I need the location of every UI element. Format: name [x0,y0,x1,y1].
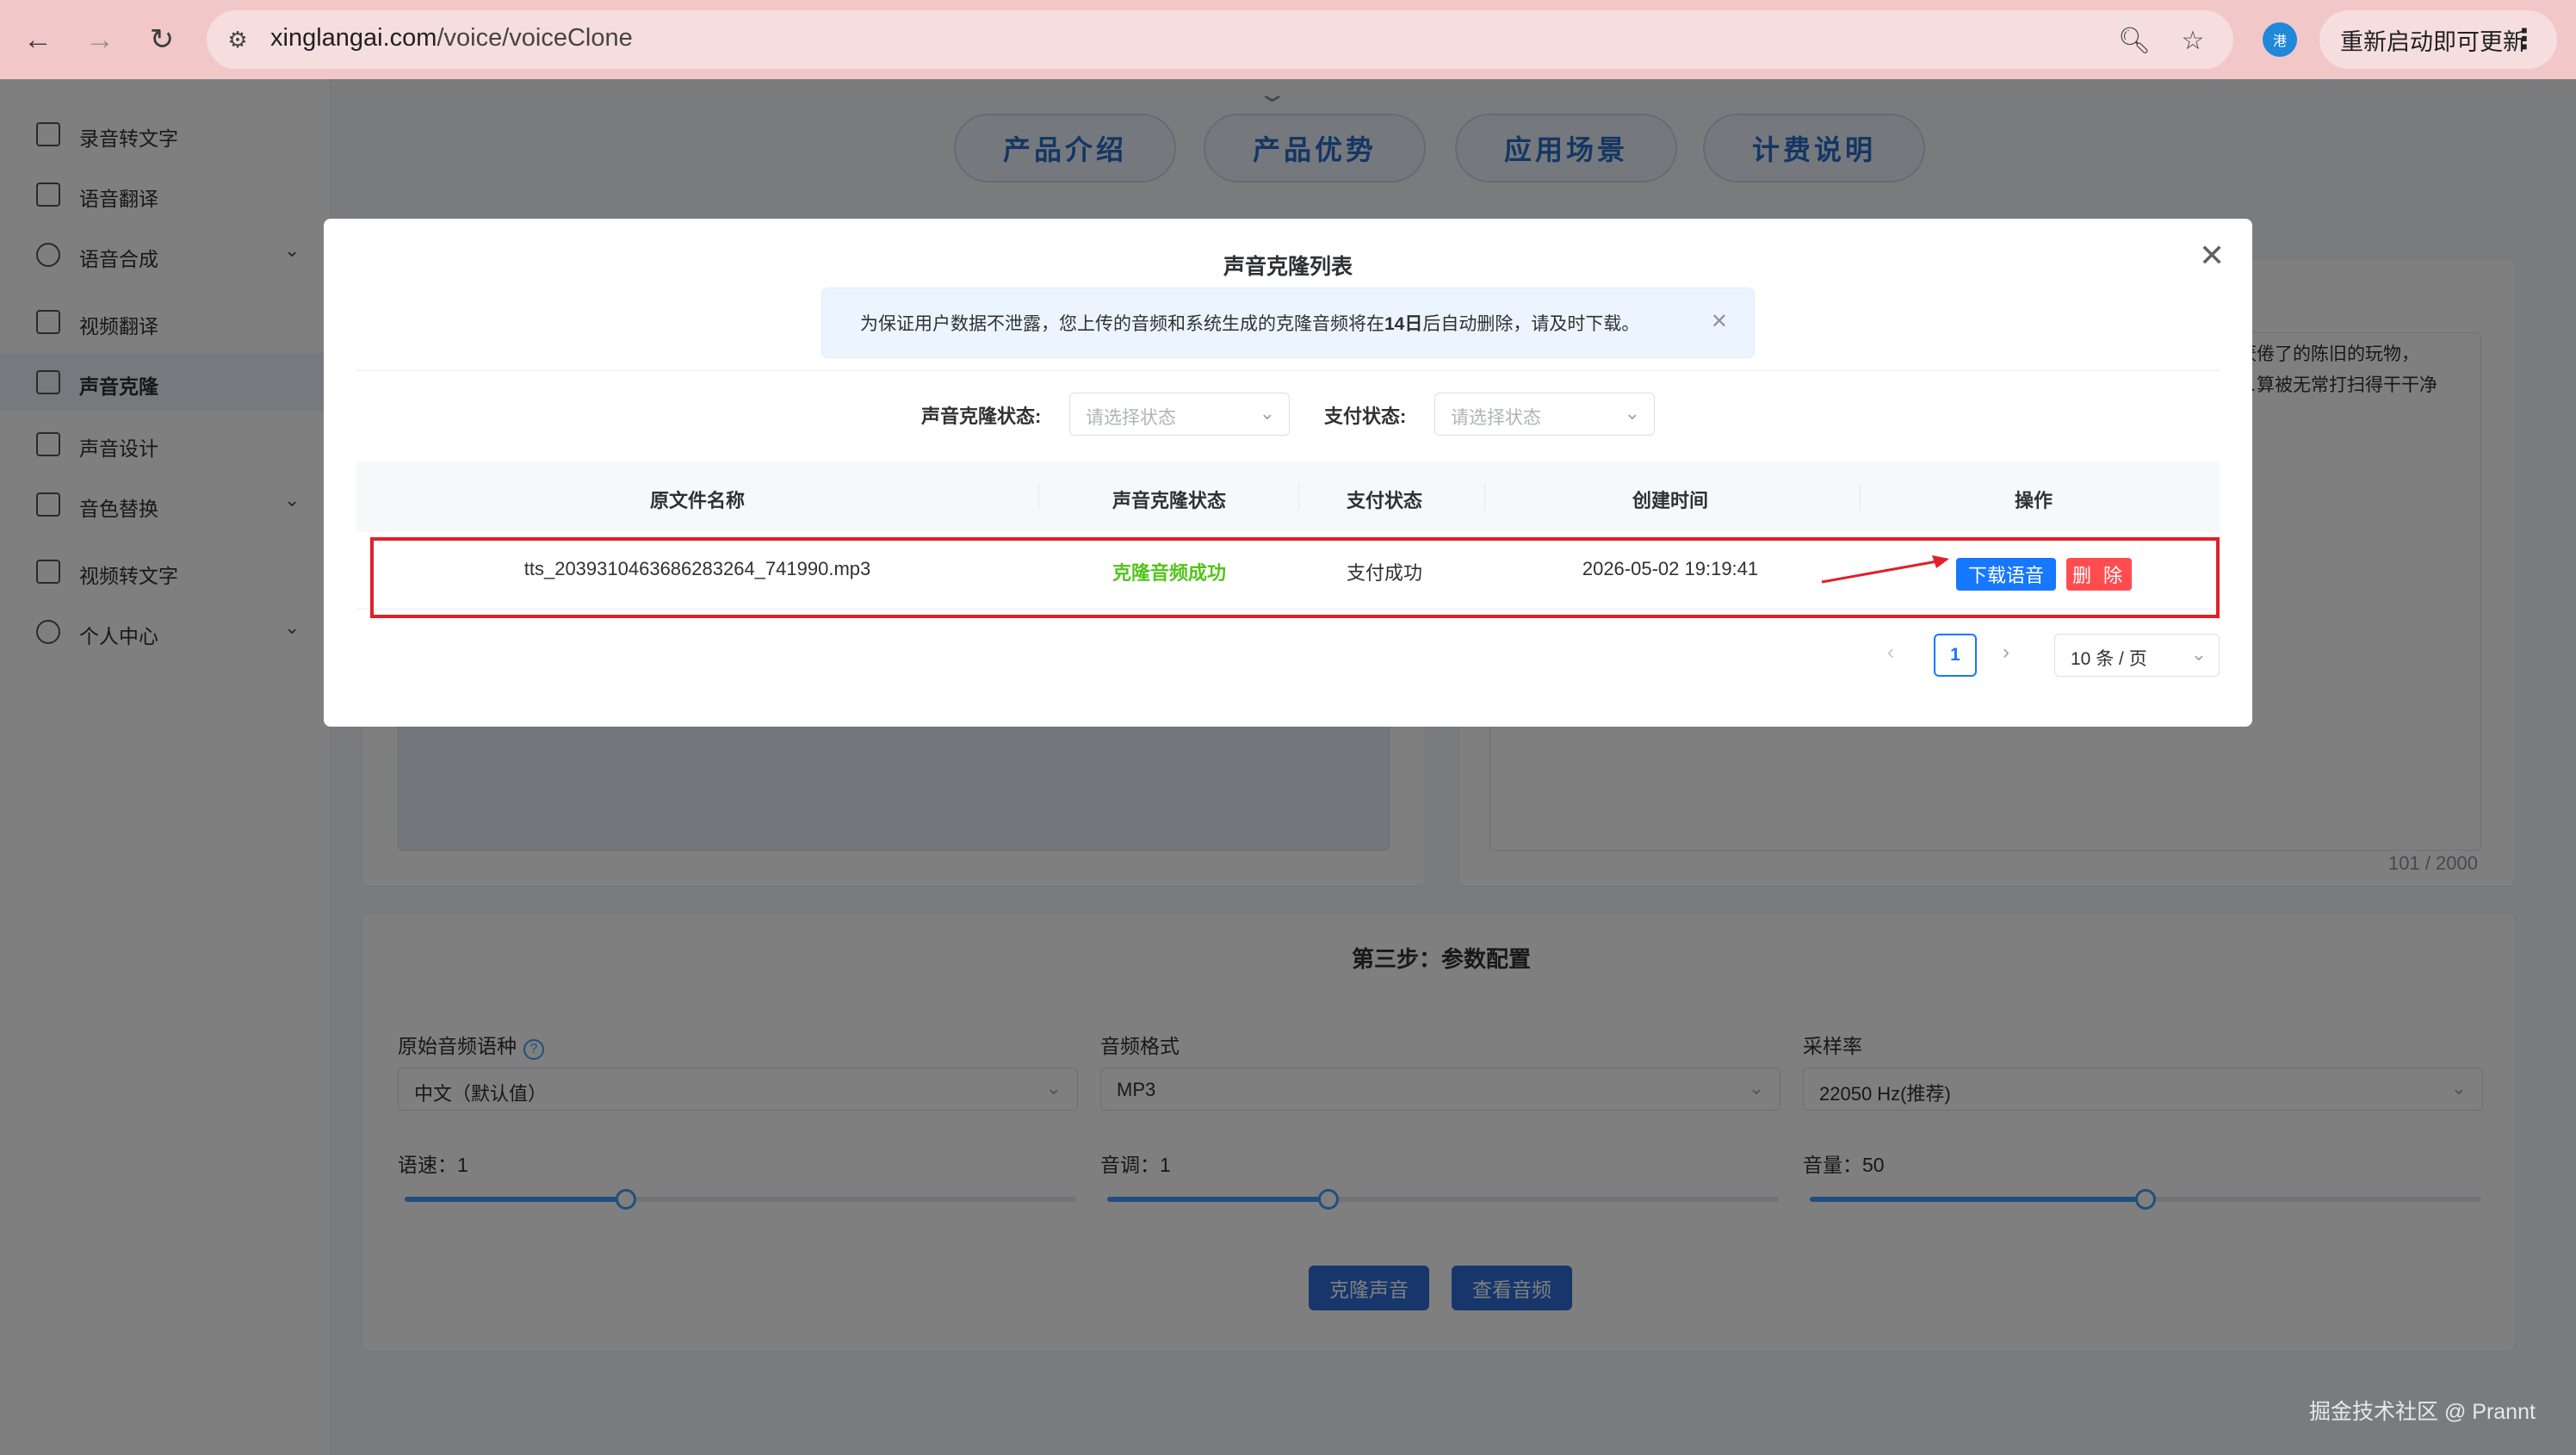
delete-button[interactable]: 删 除 [2066,558,2132,591]
forward-icon[interactable]: → [79,19,121,60]
voice-clone-list-dialog: 声音克隆列表 ✕ 为保证用户数据不泄露，您上传的音频和系统生成的克隆音频将在 14… [324,219,2252,727]
browser-toolbar: ← → ↻ ⚙ xinglangai.com/voice/voiceClone … [0,0,2576,79]
divider [356,370,2220,371]
profile-avatar[interactable]: 港 [2263,22,2297,57]
next-page-icon[interactable]: › [2003,641,2009,665]
annotation-arrow-icon [1821,555,1949,584]
dialog-title: 声音克隆列表 [1223,255,1353,279]
chevron-down-icon: ⌄ [1624,402,1640,424]
close-icon[interactable]: ✕ [2199,238,2225,274]
site-settings-icon[interactable]: ⚙ [222,24,253,55]
url-text[interactable]: xinglangai.com/voice/voiceClone [270,24,633,53]
page-size-select[interactable]: 10 条 / 页 ⌄ [2054,634,2220,677]
pay-status-filter-label: 支付状态: [1324,406,1407,427]
more-menu-icon[interactable]: ⋮ [2511,22,2538,55]
placeholder: 请选择状态 [1086,408,1176,428]
column-header-created-time: 创建时间 [1632,490,1709,511]
close-alert-icon[interactable]: ✕ [1711,309,1728,334]
page-button-1[interactable]: 1 [1934,634,1977,677]
column-header-actions: 操作 [2014,490,2053,511]
clone-status-filter-label: 声音克隆状态: [921,406,1042,427]
download-voice-button[interactable]: 下载语音 [1956,558,2056,591]
bookmark-star-icon[interactable]: ☆ [2178,26,2208,55]
placeholder: 请选择状态 [1451,408,1541,428]
column-divider [1298,484,1299,510]
chevron-down-icon: ⌄ [2190,643,2207,665]
column-header-pay-status: 支付状态 [1346,490,1423,511]
update-label: 重新启动即可更新 [2340,28,2526,55]
table-header: 原文件名称 声音克隆状态 支付状态 创建时间 操作 [356,461,2220,532]
reload-icon[interactable]: ↻ [141,19,183,60]
column-header-filename: 原文件名称 [649,490,746,511]
address-bar[interactable]: ⚙ xinglangai.com/voice/voiceClone 🔍︎ ☆ [207,10,2233,69]
column-header-clone-status: 声音克隆状态 [1112,490,1227,511]
prev-page-icon[interactable]: ‹ [1887,641,1894,665]
back-icon[interactable]: ← [17,19,59,60]
page-size-value: 10 条 / 页 [2071,649,2147,669]
alert-text: 后自动删除，请及时下载。 [1422,314,1640,334]
clone-status-filter-select[interactable]: 请选择状态 ⌄ [1069,393,1290,436]
zoom-icon[interactable]: 🔍︎ [2118,26,2151,55]
column-divider [1860,484,1861,510]
column-divider [1038,484,1039,510]
alert-text: 为保证用户数据不泄露，您上传的音频和系统生成的克隆音频将在 [860,314,1384,334]
retention-alert: 为保证用户数据不泄露，您上传的音频和系统生成的克隆音频将在 14日 后自动删除，请及… [821,288,1755,358]
column-divider [1484,484,1485,510]
alert-days: 14日 [1384,314,1423,334]
chevron-down-icon: ⌄ [1259,402,1275,424]
watermark: 掘金技术社区 @ Prannt [2309,1400,2536,1424]
pay-status-filter-select[interactable]: 请选择状态 ⌄ [1434,393,1655,436]
update-browser-button[interactable]: 重新启动即可更新 ⋮ [2319,10,2557,69]
